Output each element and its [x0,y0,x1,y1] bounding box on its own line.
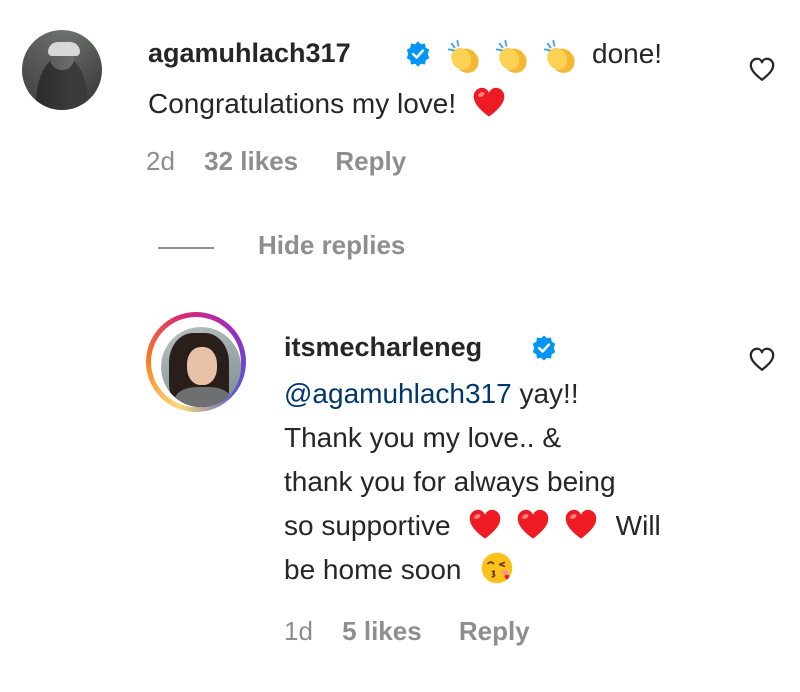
avatar-photo-body [175,387,231,407]
reply-text-line-5: be home soon [284,548,661,592]
reply-mention-link[interactable]: @agamuhlach317 [284,378,512,409]
reply-username[interactable]: itsmecharleneg [284,332,482,363]
comment-text: Congratulations my love! [148,88,457,119]
red-heart-emoji-icon [517,509,549,539]
comment-meta: 2d 32 likes Reply [146,146,406,177]
reply-text-line-4: so supportive Will [284,504,661,548]
reply-text-line-1: @agamuhlach317 yay!! [284,372,661,416]
comment-reply-button[interactable]: Reply [335,146,406,177]
reply-time: 1d [284,616,313,646]
reply-avatar-story-ring[interactable] [146,312,246,412]
like-heart-icon[interactable] [748,56,776,84]
red-heart-emoji-icon [565,509,597,539]
face-blowing-kiss-emoji-icon [481,552,513,583]
comment-text-suffix: done! [592,38,663,69]
hide-replies-button[interactable]: Hide replies [258,230,405,261]
red-heart-emoji-icon [470,509,501,539]
reply-text-block: @agamuhlach317 yay!! Thank you my love..… [284,372,661,592]
reply-text-line-3: thank you for always being [284,466,616,497]
like-heart-icon[interactable] [748,346,776,374]
clapping-hands-emoji-icon [543,39,575,73]
reply-text: Will [615,510,661,541]
reply-meta: 1d 5 likes Reply [284,616,530,647]
avatar-ring-gap [151,317,241,407]
hide-replies-divider [158,247,214,249]
reply-likes[interactable]: 5 likes [342,616,422,647]
commenter-avatar[interactable] [22,30,102,110]
reply-text: be home soon [284,554,462,585]
verified-badge-icon [406,41,430,67]
comment-time: 2d [146,146,175,176]
reply-avatar [161,327,241,407]
avatar-photo-cap [48,42,80,56]
reply-text-line-2: Thank you my love.. & [284,422,562,453]
reply-reply-button[interactable]: Reply [459,616,530,647]
reply-text: yay!! [519,378,579,409]
comment-text-line: Congratulations my love! [148,82,506,126]
avatar-photo-face [187,347,217,385]
comment-likes[interactable]: 32 likes [204,146,298,177]
clapping-hands-emoji-icon [447,39,479,73]
red-heart-emoji-icon [473,87,505,117]
comment-username[interactable]: agamuhlach317 [148,38,351,69]
verified-badge-icon [532,335,556,361]
clapping-hands-emoji-icon [495,39,527,73]
reply-text: so supportive [284,510,451,541]
